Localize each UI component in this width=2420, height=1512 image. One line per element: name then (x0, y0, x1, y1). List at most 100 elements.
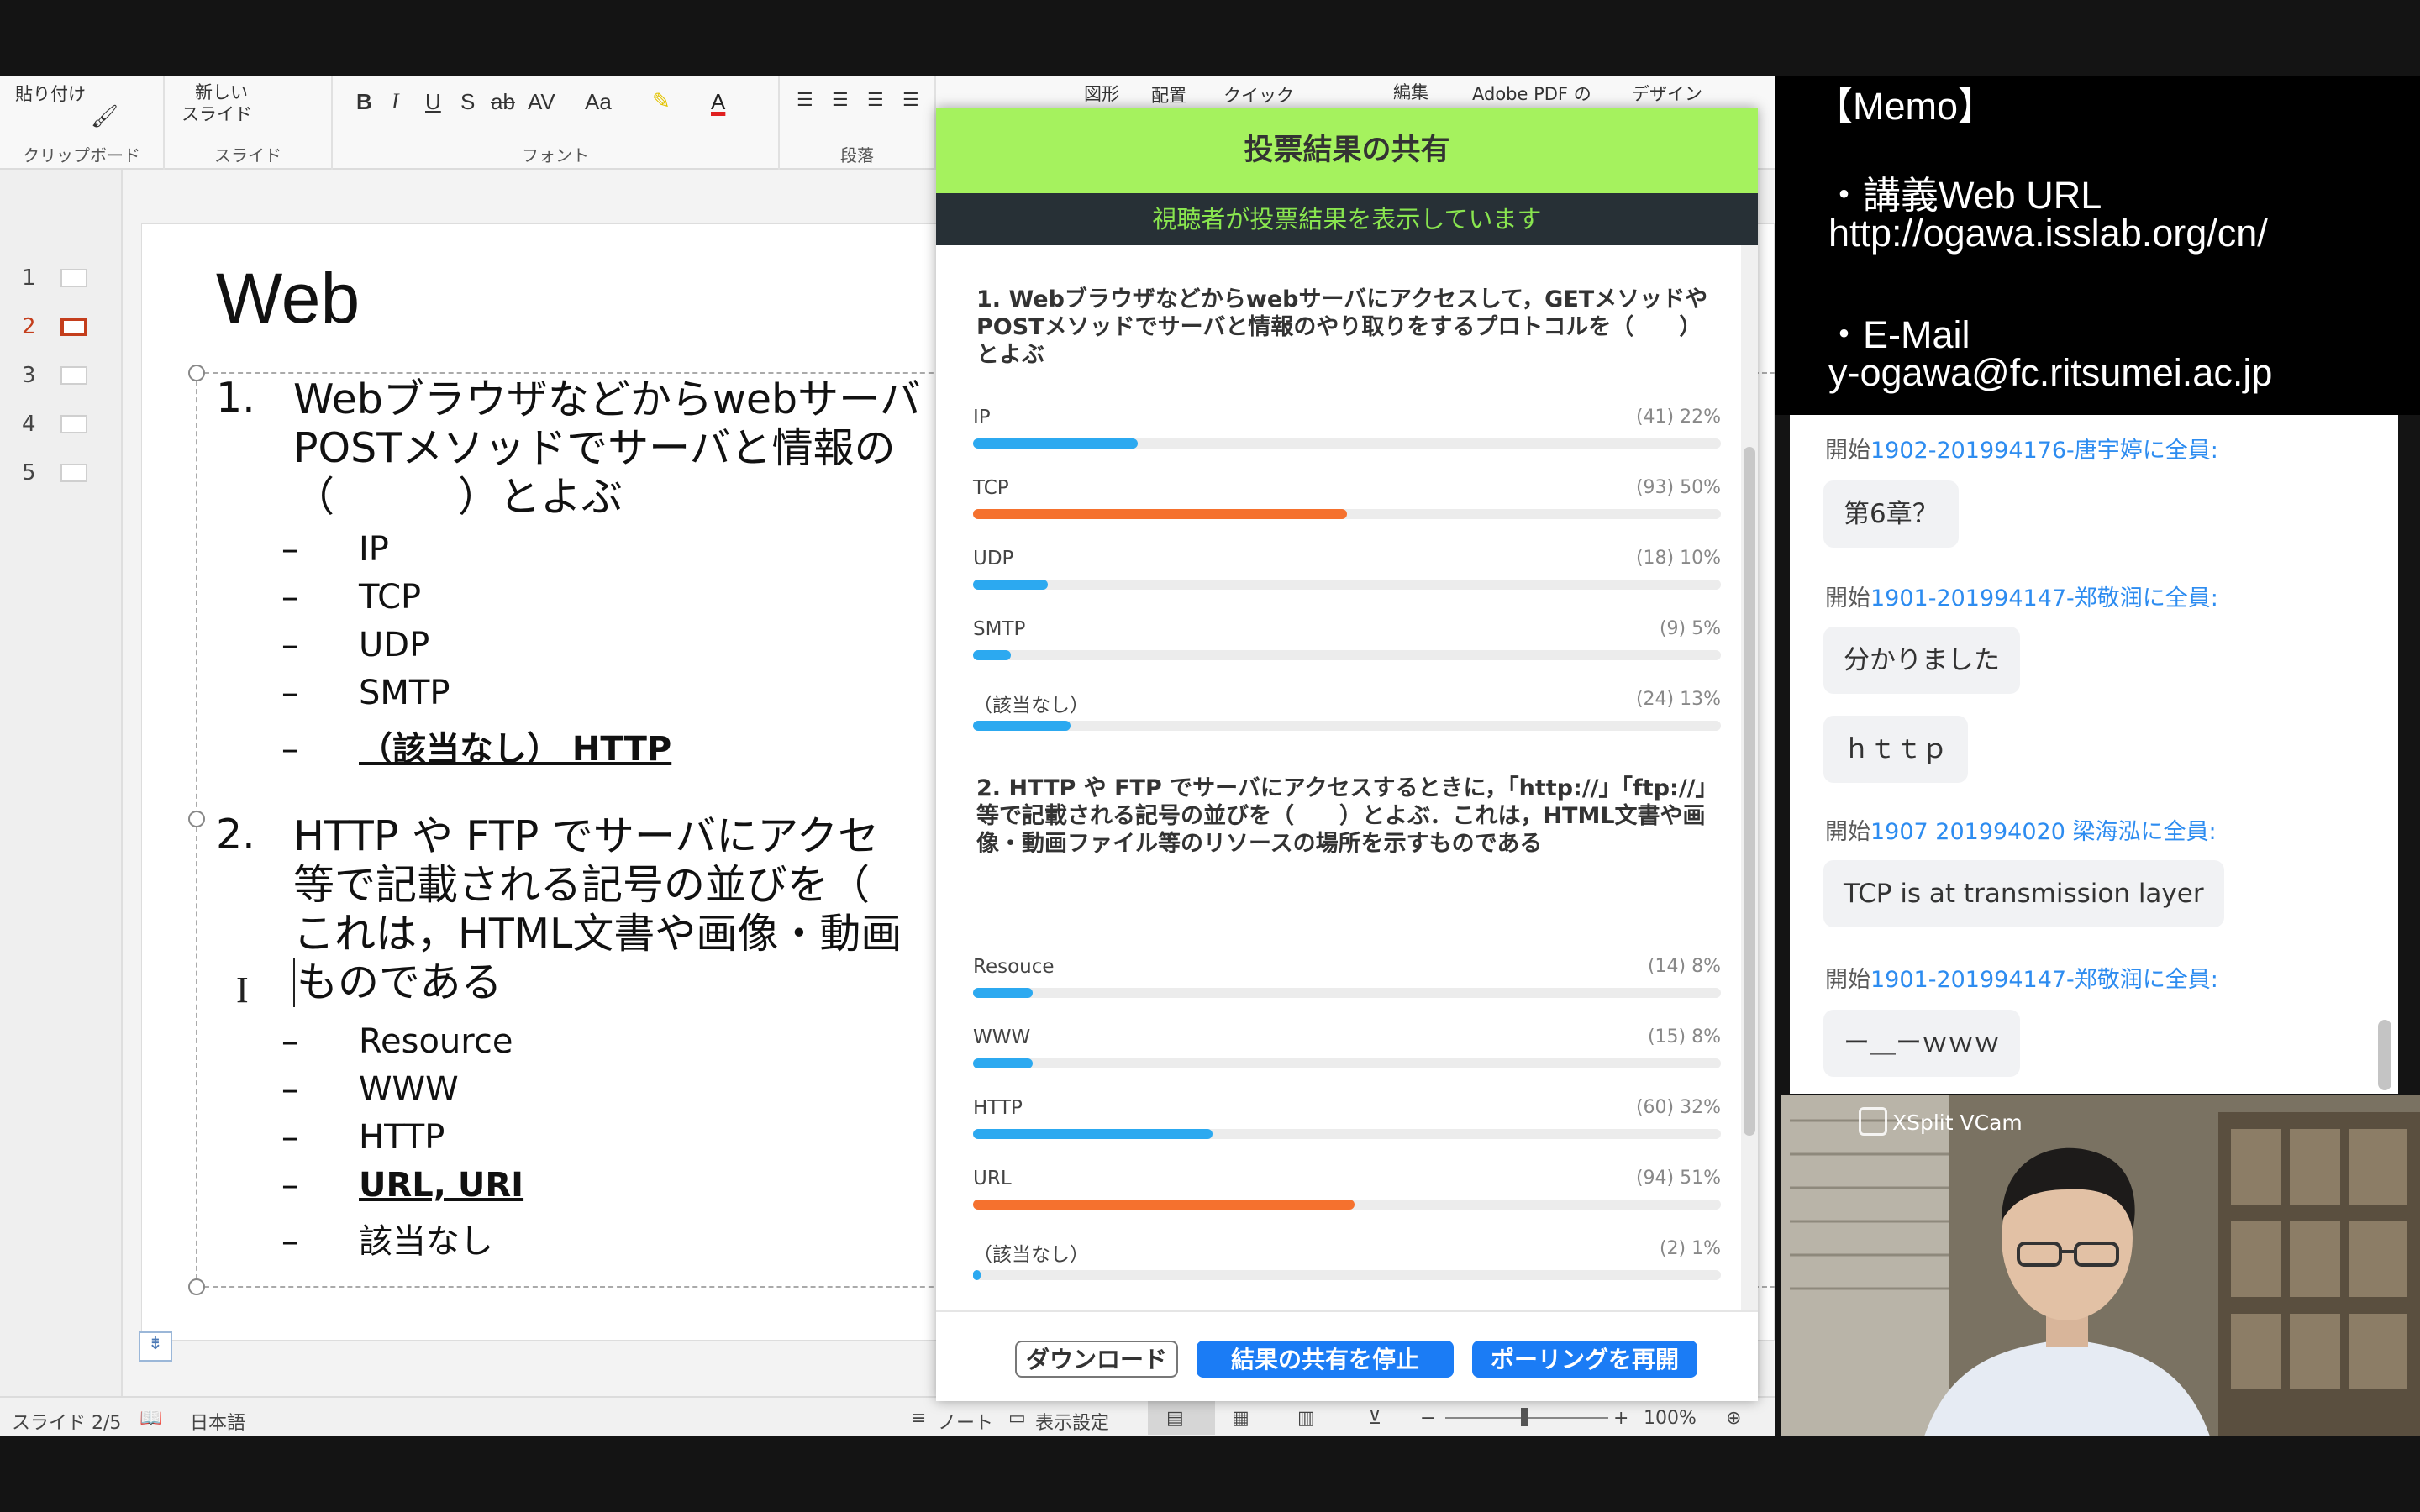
underline-button[interactable]: U (425, 89, 441, 115)
align-center-icon[interactable]: ☰ (832, 89, 849, 111)
align-right-icon[interactable]: ☰ (867, 89, 884, 111)
thumb-2-selected[interactable] (60, 318, 87, 336)
poll-question-1: 1. Webブラウザなどからwebサーバにアクセスして，GETメソッドやPOST… (976, 286, 1708, 368)
poll-question-2: 2. HTTP や FTP でサーバにアクセスするときに，「http://」「f… (976, 775, 1718, 857)
notes-button[interactable]: ノート (938, 1408, 993, 1435)
autofit-icon[interactable]: ⇟ (139, 1331, 172, 1362)
slide-sorter-icon[interactable]: ▦ (1232, 1408, 1249, 1429)
align-left-icon[interactable]: ☰ (797, 89, 813, 111)
poll-option-label: TCP (973, 477, 1009, 499)
poll-bar-track (973, 1058, 1721, 1068)
chat-sender-name[interactable]: 1907 201994020 梁海泓 (1870, 819, 2140, 845)
zoom-in-icon[interactable]: + (1613, 1408, 1628, 1429)
memo-panel: 【Memo】 ・講義Web URL http://ogawa.isslab.or… (1775, 76, 2420, 415)
resize-handle[interactable] (188, 1278, 205, 1295)
poll-option-label: （該当なし） (973, 1244, 1089, 1266)
poll-option-label: IP (973, 407, 991, 428)
new-slide-button[interactable]: スライド (182, 101, 252, 126)
thumb-3-number[interactable]: 3 (22, 363, 36, 388)
language-indicator[interactable]: 日本語 (190, 1408, 245, 1435)
poll-result-row: URL (94) 51% (973, 1168, 1721, 1218)
quick-styles-button[interactable]: クイック (1223, 82, 1294, 108)
poll-result-row: （該当なし） (24) 13% (973, 689, 1721, 739)
poll-result-row: Resouce (14) 8% (973, 956, 1721, 1006)
poll-bar-fill (973, 509, 1347, 519)
chat-scrollbar[interactable] (2378, 1020, 2391, 1090)
webcam-label: XSplit VCam (1892, 1110, 2023, 1135)
arrange-button[interactable]: 配置 (1151, 82, 1186, 108)
shapes-button[interactable]: 図形 (1084, 81, 1119, 106)
adobe-pdf-button[interactable]: Adobe PDF の (1472, 81, 1591, 106)
thumb-1-number[interactable]: 1 (22, 265, 36, 291)
chat-sender-name[interactable]: 1901-201994147-郑敬润 (1870, 585, 2143, 612)
edit-button[interactable]: 編集 (1393, 79, 1428, 104)
paragraph-group: ☰ ☰ ☰ ☰ 段落 (780, 76, 936, 170)
poll-scrollbar-thumb[interactable] (1744, 447, 1755, 1136)
design-button[interactable]: デザイン (1632, 81, 1702, 106)
poll-title: 投票結果の共有 (936, 108, 1758, 193)
bold-button[interactable]: B (356, 89, 372, 115)
chat-sender-name[interactable]: 1901-201994147-郑敬润 (1870, 967, 2143, 993)
slide-title[interactable]: Web (216, 258, 360, 339)
slideshow-icon[interactable]: ⊻ (1368, 1408, 1381, 1429)
q1-line: Webブラウザなどからwebサーバ (293, 375, 921, 423)
shadow-button[interactable]: S (460, 89, 475, 115)
poll-option-label: UDP (973, 548, 1014, 570)
chat-sender-name[interactable]: 1902-201994176-唐宇婷 (1870, 438, 2143, 464)
download-button[interactable]: ダウンロード (1015, 1341, 1178, 1378)
resize-handle[interactable] (188, 811, 205, 827)
q1-option: – SMTP (281, 674, 450, 712)
stop-sharing-button[interactable]: 結果の共有を停止 (1197, 1341, 1454, 1378)
notes-icon[interactable]: ≡ (911, 1408, 926, 1429)
poll-option-label: WWW (973, 1026, 1031, 1048)
q1-number: 1. (216, 374, 255, 422)
q2-line: 等で記載される記号の並びを（ (293, 861, 871, 909)
q2-option: – Resource (281, 1022, 513, 1061)
justify-icon[interactable]: ☰ (902, 89, 919, 111)
poll-scrollbar[interactable] (1741, 245, 1758, 1401)
q2-answer-option: – URL, URI (281, 1166, 524, 1205)
zoom-out-icon[interactable]: − (1420, 1408, 1435, 1429)
webcam-feed: XSplit VCam (1781, 1095, 2420, 1436)
zoom-slider-thumb[interactable] (1521, 1408, 1528, 1426)
paste-button[interactable]: 貼り付け (15, 81, 86, 106)
format-painter-icon[interactable]: 🖌 (91, 104, 118, 129)
poll-footer: ダウンロード 結果の共有を停止 ポーリングを再開 (936, 1310, 1758, 1401)
spellcheck-icon[interactable]: 📖 (139, 1408, 162, 1429)
italic-button[interactable]: I (392, 89, 399, 114)
strikethrough-button[interactable]: ab (491, 89, 515, 115)
display-settings-icon[interactable]: ▭ (1008, 1408, 1026, 1429)
char-spacing-button[interactable]: AV (528, 89, 555, 115)
poll-result-row: IP (41) 22% (973, 407, 1721, 457)
poll-bar-track (973, 438, 1721, 449)
zoom-level[interactable]: 100% (1644, 1408, 1697, 1429)
thumb-2-number[interactable]: 2 (22, 314, 36, 339)
thumb-1[interactable] (60, 269, 87, 287)
q1-line: POSTメソッドでサーバと情報の (293, 424, 896, 472)
q2-line: HTTP や FTP でサーバにアクセ (293, 812, 879, 860)
slide-counter: スライド 2/5 (12, 1413, 122, 1434)
poll-option-value: (41) 22% (1635, 407, 1721, 428)
poll-result-row: UDP (18) 10% (973, 548, 1721, 598)
thumb-4[interactable] (60, 415, 87, 433)
thumb-4-number[interactable]: 4 (22, 412, 36, 437)
fit-to-window-icon[interactable]: ⊕ (1726, 1408, 1741, 1429)
highlight-icon[interactable]: ✎ (652, 89, 671, 114)
thumb-5-number[interactable]: 5 (22, 460, 36, 486)
thumb-5[interactable] (60, 464, 87, 482)
xsplit-logo-icon (1859, 1107, 1887, 1136)
thumb-3[interactable] (60, 366, 87, 385)
poll-bar-fill (973, 988, 1034, 998)
change-case-button[interactable]: Aa (585, 89, 612, 115)
font-color-button[interactable]: A (711, 89, 725, 115)
normal-view-icon[interactable]: ▤ (1166, 1408, 1184, 1429)
poll-option-value: (60) 32% (1635, 1097, 1721, 1118)
poll-bar-fill (973, 1200, 1355, 1210)
restart-poll-button[interactable]: ポーリングを再開 (1472, 1341, 1697, 1378)
resize-handle[interactable] (188, 365, 205, 381)
slide-group-label: スライド (214, 145, 281, 165)
slide-group: 新しい スライド スライド (165, 76, 333, 170)
display-settings-button[interactable]: 表示設定 (1035, 1408, 1109, 1435)
reading-view-icon[interactable]: ▥ (1297, 1408, 1315, 1429)
poll-result-row: HTTP (60) 32% (973, 1097, 1721, 1147)
